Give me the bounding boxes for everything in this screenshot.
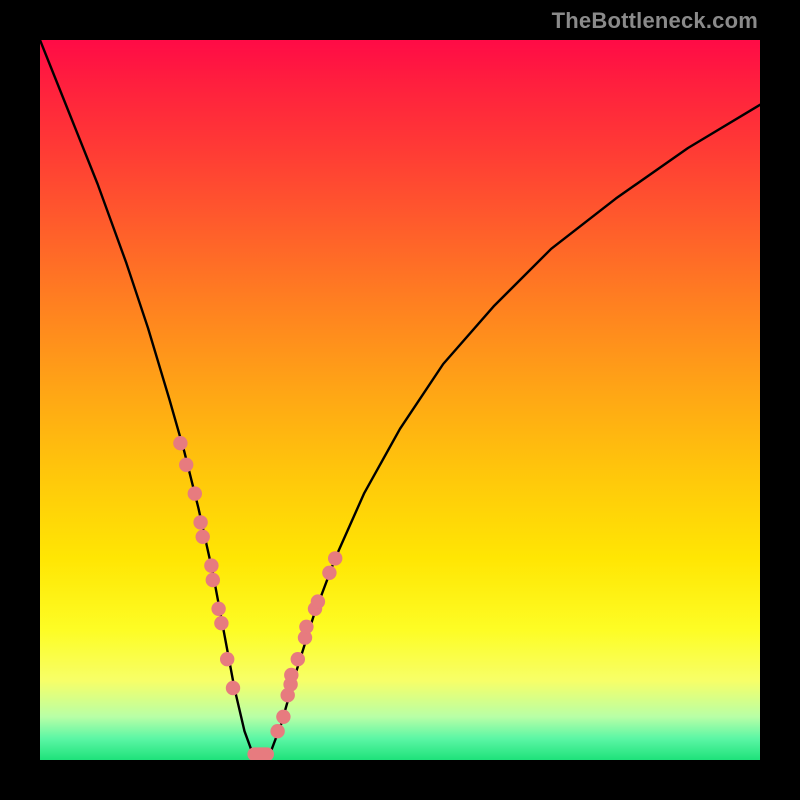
trough-marker <box>247 747 274 760</box>
data-dot <box>196 530 210 544</box>
chart-frame: TheBottleneck.com <box>0 0 800 800</box>
data-dot <box>328 551 342 565</box>
data-dot <box>211 602 225 616</box>
right-cluster-dots <box>270 551 342 738</box>
data-dot <box>188 486 202 500</box>
attribution-text: TheBottleneck.com <box>552 8 758 34</box>
data-dot <box>193 515 207 529</box>
data-dot <box>179 458 193 472</box>
data-dot <box>299 620 313 634</box>
data-dot <box>284 668 298 682</box>
data-dot <box>270 724 284 738</box>
data-dot <box>311 594 325 608</box>
data-dot <box>214 616 228 630</box>
trough-bar <box>247 747 274 760</box>
data-dot <box>226 681 240 695</box>
data-dot <box>206 573 220 587</box>
plot-area <box>40 40 760 760</box>
data-dot <box>291 652 305 666</box>
data-dot <box>220 652 234 666</box>
data-dot <box>173 436 187 450</box>
left-cluster-dots <box>173 436 240 695</box>
bottleneck-curve <box>40 40 760 760</box>
chart-svg <box>40 40 760 760</box>
data-dot <box>322 566 336 580</box>
data-dot <box>276 710 290 724</box>
data-dot <box>204 558 218 572</box>
